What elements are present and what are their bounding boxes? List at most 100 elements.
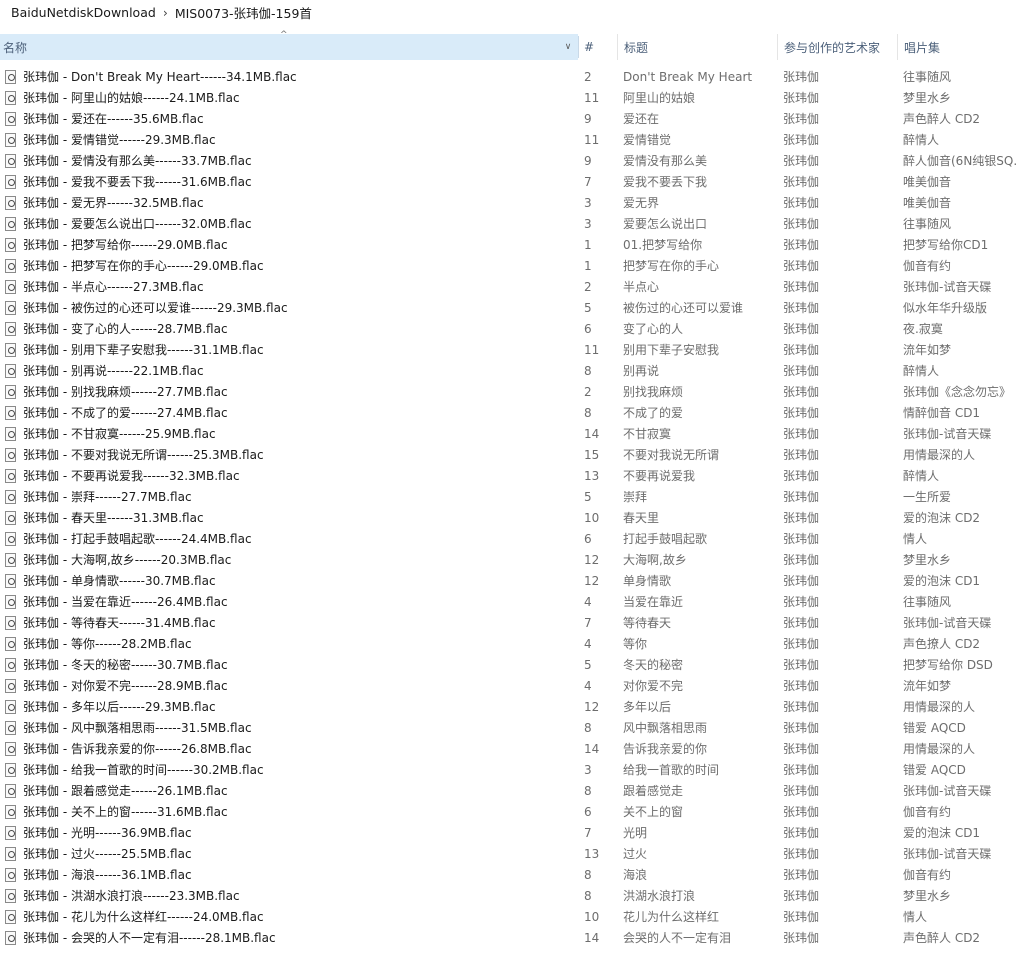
file-row[interactable]: 张玮伽 - 冬天的秘密------30.7MB.flac 5 冬天的秘密 张玮伽 把梦写… <box>0 655 1016 676</box>
column-header-number[interactable]: # <box>582 34 616 60</box>
breadcrumb-item-root[interactable]: BaiduNetdiskDownload <box>11 5 156 20</box>
file-name: 张玮伽 - Don't Break My Heart------34.1MB.f… <box>23 70 297 84</box>
file-row[interactable]: 张玮伽 - 春天里------31.3MB.flac 10 春天里 张玮伽 爱的泡沫 C… <box>0 508 1016 529</box>
file-row[interactable]: 张玮伽 - 爱情错觉------29.3MB.flac 11 爱情错觉 张玮伽 醉情人 <box>0 130 1016 151</box>
track-title: 被伤过的心还可以爱谁 <box>623 301 744 315</box>
file-row[interactable]: 张玮伽 - 给我一首歌的时间------30.2MB.flac 3 给我一首歌的时间… <box>0 760 1016 781</box>
file-row[interactable]: 张玮伽 - 洪湖水浪打浪------23.3MB.flac 8 洪湖水浪打浪 张玮伽 梦… <box>0 886 1016 907</box>
audio-file-icon <box>5 910 16 924</box>
track-number: 6 <box>584 805 592 819</box>
track-title: 洪湖水浪打浪 <box>623 889 696 903</box>
track-album: 梦里水乡 <box>903 889 952 903</box>
file-row[interactable]: 张玮伽 - 打起手鼓唱起歌------24.4MB.flac 6 打起手鼓唱起歌 张玮… <box>0 529 1016 550</box>
file-row[interactable]: 张玮伽 - 半点心------27.3MB.flac 2 半点心 张玮伽 张玮伽-试音天… <box>0 277 1016 298</box>
track-title: 不甘寂寞 <box>623 427 672 441</box>
track-artist: 张玮伽 <box>783 616 820 630</box>
file-row[interactable]: 张玮伽 - 变了心的人------28.7MB.flac 6 变了心的人 张玮伽 夜.寂… <box>0 319 1016 340</box>
file-row[interactable]: 张玮伽 - 当爱在靠近------26.4MB.flac 4 当爱在靠近 张玮伽 往事随… <box>0 592 1016 613</box>
file-name: 张玮伽 - 爱无界------32.5MB.flac <box>23 196 204 210</box>
file-row[interactable]: 张玮伽 - 会哭的人不一定有泪------28.1MB.flac 14 会哭的人不一… <box>0 928 1016 949</box>
file-row[interactable]: 张玮伽 - 不成了的爱------27.4MB.flac 8 不成了的爱 张玮伽 情醉伽… <box>0 403 1016 424</box>
track-title: 不要对我说无所谓 <box>623 448 720 462</box>
file-row[interactable]: 张玮伽 - 崇拜------27.7MB.flac 5 崇拜 张玮伽 一生所爱 <box>0 487 1016 508</box>
file-row[interactable]: 张玮伽 - 对你爱不完------28.9MB.flac 4 对你爱不完 张玮伽 流年如… <box>0 676 1016 697</box>
file-name: 张玮伽 - 不成了的爱------27.4MB.flac <box>23 406 228 420</box>
track-title: 别找我麻烦 <box>623 385 684 399</box>
file-row[interactable]: 张玮伽 - 不要再说爱我------32.3MB.flac 13 不要再说爱我 张玮伽… <box>0 466 1016 487</box>
file-row[interactable]: 张玮伽 - 不要对我说无所谓------25.3MB.flac 15 不要对我说无所… <box>0 445 1016 466</box>
column-header-album[interactable]: 唱片集 <box>897 34 1016 60</box>
column-header-name[interactable]: 名称 ^ ∨ <box>0 30 578 60</box>
file-name: 张玮伽 - 过火------25.5MB.flac <box>23 847 192 861</box>
track-album: 情醉伽音 CD1 <box>903 406 981 420</box>
audio-file-icon <box>5 70 16 84</box>
audio-file-icon <box>5 469 16 483</box>
track-title: 爱情错觉 <box>623 133 672 147</box>
track-artist: 张玮伽 <box>783 532 820 546</box>
track-title: 把梦写在你的手心 <box>623 259 720 273</box>
file-row[interactable]: 张玮伽 - 把梦写在你的手心------29.0MB.flac 1 把梦写在你的手心… <box>0 256 1016 277</box>
file-row[interactable]: 张玮伽 - 关不上的窗------31.6MB.flac 6 关不上的窗 张玮伽 伽音有… <box>0 802 1016 823</box>
track-number: 9 <box>584 154 592 168</box>
column-header-title-label: 标题 <box>624 40 649 55</box>
file-name: 张玮伽 - 对你爱不完------28.9MB.flac <box>23 679 228 693</box>
file-row[interactable]: 张玮伽 - 爱无界------32.5MB.flac 3 爱无界 张玮伽 唯美伽音 <box>0 193 1016 214</box>
audio-file-icon <box>5 238 16 252</box>
column-header-title[interactable]: 标题 <box>617 34 777 60</box>
file-row[interactable]: 张玮伽 - 花儿为什么这样红------24.0MB.flac 10 花儿为什么这样… <box>0 907 1016 928</box>
track-title: 当爱在靠近 <box>623 595 684 609</box>
audio-file-icon <box>5 511 16 525</box>
file-row[interactable]: 张玮伽 - 被伤过的心还可以爱谁------29.3MB.flac 5 被伤过的心还… <box>0 298 1016 319</box>
file-row[interactable]: 张玮伽 - 海浪------36.1MB.flac 8 海浪 张玮伽 伽音有约 <box>0 865 1016 886</box>
file-row[interactable]: 张玮伽 - 别用下辈子安慰我------31.1MB.flac 11 别用下辈子安慰… <box>0 340 1016 361</box>
track-number: 15 <box>584 448 600 462</box>
track-artist: 张玮伽 <box>783 574 820 588</box>
audio-file-icon <box>5 826 16 840</box>
chevron-down-icon[interactable]: ∨ <box>562 41 574 53</box>
track-number: 8 <box>584 868 592 882</box>
audio-file-icon <box>5 574 16 588</box>
file-row[interactable]: 张玮伽 - 过火------25.5MB.flac 13 过火 张玮伽 张玮伽-试音天碟 <box>0 844 1016 865</box>
file-row[interactable]: 张玮伽 - 风中飘落相思雨------31.5MB.flac 8 风中飘落相思雨 张玮… <box>0 718 1016 739</box>
file-name: 张玮伽 - 洪湖水浪打浪------23.3MB.flac <box>23 889 240 903</box>
column-header-bar: 名称 ^ ∨ # 标题 参与创作的艺术家 唱片集 <box>0 30 1016 60</box>
file-row[interactable]: 张玮伽 - 别再说------22.1MB.flac 8 别再说 张玮伽 醉情人 <box>0 361 1016 382</box>
track-artist: 张玮伽 <box>783 217 820 231</box>
track-number: 13 <box>584 469 600 483</box>
file-row[interactable]: 张玮伽 - 爱还在------35.6MB.flac 9 爱还在 张玮伽 声色醉人 CD… <box>0 109 1016 130</box>
column-header-album-label: 唱片集 <box>904 40 941 55</box>
file-row[interactable]: 张玮伽 - 爱情没有那么美------33.7MB.flac 9 爱情没有那么美 张玮… <box>0 151 1016 172</box>
file-row[interactable]: 张玮伽 - 光明------36.9MB.flac 7 光明 张玮伽 爱的泡沫 CD1 <box>0 823 1016 844</box>
file-row[interactable]: 张玮伽 - 等你------28.2MB.flac 4 等你 张玮伽 声色撩人 CD2 <box>0 634 1016 655</box>
track-artist: 张玮伽 <box>783 301 820 315</box>
column-header-artist[interactable]: 参与创作的艺术家 <box>777 34 897 60</box>
track-artist: 张玮伽 <box>783 490 820 504</box>
file-name: 张玮伽 - 变了心的人------28.7MB.flac <box>23 322 228 336</box>
file-row[interactable]: 张玮伽 - 爱我不要丢下我------31.6MB.flac 7 爱我不要丢下我 张玮… <box>0 172 1016 193</box>
track-number: 11 <box>584 133 600 147</box>
file-row[interactable]: 张玮伽 - 不甘寂寞------25.9MB.flac 14 不甘寂寞 张玮伽 张玮伽-… <box>0 424 1016 445</box>
audio-file-icon <box>5 385 16 399</box>
file-row[interactable]: 张玮伽 - 别找我麻烦------27.7MB.flac 2 别找我麻烦 张玮伽 张玮伽… <box>0 382 1016 403</box>
track-title: 花儿为什么这样红 <box>623 910 720 924</box>
breadcrumb-item-folder[interactable]: MIS0073-张玮伽-159首 <box>175 3 312 22</box>
track-album: 流年如梦 <box>903 343 952 357</box>
track-album: 爱的泡沫 CD2 <box>903 511 981 525</box>
file-name: 张玮伽 - 把梦写在你的手心------29.0MB.flac <box>23 259 264 273</box>
file-row[interactable]: 张玮伽 - 告诉我亲爱的你------26.8MB.flac 14 告诉我亲爱的你 张… <box>0 739 1016 760</box>
file-name: 张玮伽 - 阿里山的姑娘------24.1MB.flac <box>23 91 240 105</box>
file-row[interactable]: 张玮伽 - 等待春天------31.4MB.flac 7 等待春天 张玮伽 张玮伽-试… <box>0 613 1016 634</box>
file-row[interactable]: 张玮伽 - Don't Break My Heart------34.1MB.f… <box>0 67 1016 88</box>
file-row[interactable]: 张玮伽 - 大海啊,故乡------20.3MB.flac 12 大海啊,故乡 张玮伽… <box>0 550 1016 571</box>
file-row[interactable]: 张玮伽 - 单身情歌------30.7MB.flac 12 单身情歌 张玮伽 爱的泡沫… <box>0 571 1016 592</box>
file-row[interactable]: 张玮伽 - 把梦写给你------29.0MB.flac 1 01.把梦写给你 张玮伽… <box>0 235 1016 256</box>
file-row[interactable]: 张玮伽 - 阿里山的姑娘------24.1MB.flac 11 阿里山的姑娘 张玮伽… <box>0 88 1016 109</box>
file-row[interactable]: 张玮伽 - 爱要怎么说出口------32.0MB.flac 3 爱要怎么说出口 张玮… <box>0 214 1016 235</box>
column-divider[interactable] <box>578 36 579 58</box>
file-name: 张玮伽 - 别用下辈子安慰我------31.1MB.flac <box>23 343 264 357</box>
track-album: 伽音有约 <box>903 805 952 819</box>
file-row[interactable]: 张玮伽 - 多年以后------29.3MB.flac 12 多年以后 张玮伽 用情最深… <box>0 697 1016 718</box>
track-title: 打起手鼓唱起歌 <box>623 532 708 546</box>
file-row[interactable]: 张玮伽 - 跟着感觉走------26.1MB.flac 8 跟着感觉走 张玮伽 张玮伽… <box>0 781 1016 802</box>
file-name: 张玮伽 - 半点心------27.3MB.flac <box>23 280 204 294</box>
